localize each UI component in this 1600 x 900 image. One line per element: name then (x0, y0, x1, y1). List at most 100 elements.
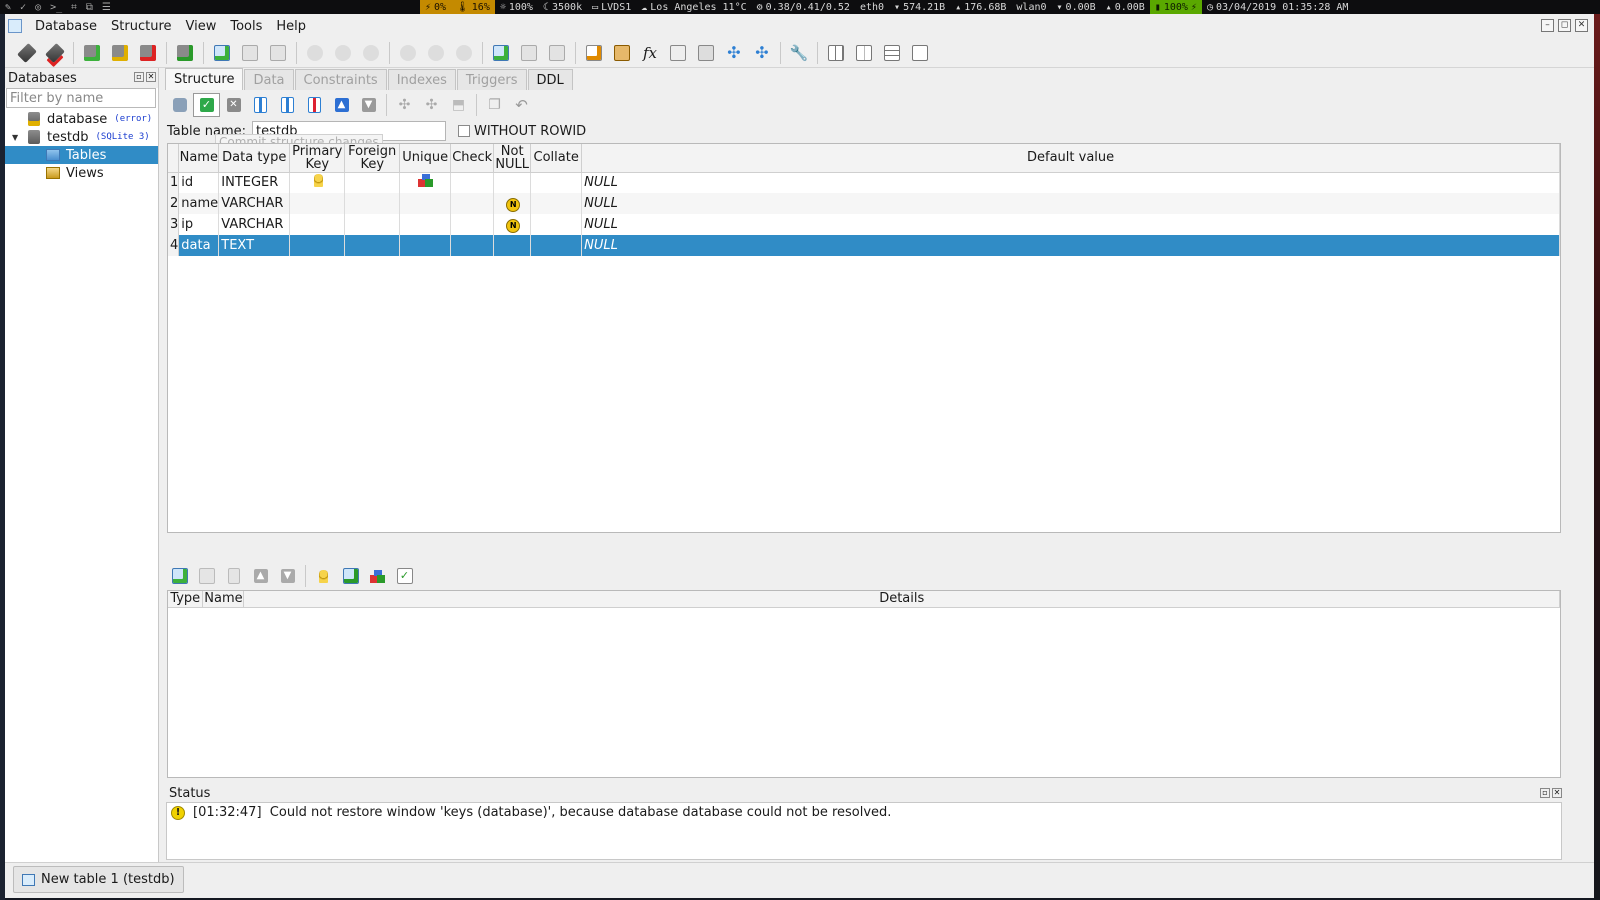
edit-index-button[interactable] (329, 41, 357, 65)
cell-unique[interactable] (399, 193, 452, 214)
rollback-structure-button[interactable]: ✕ (220, 93, 247, 117)
create-trigger-button[interactable] (394, 41, 422, 65)
cell-unique[interactable] (399, 172, 452, 193)
menu-structure[interactable]: Structure (104, 19, 178, 34)
delete-view-button[interactable] (543, 41, 571, 65)
delete-trigger-button[interactable] (450, 41, 478, 65)
cell-collate[interactable] (530, 172, 583, 193)
disconnect-button[interactable] (41, 41, 69, 65)
reset-button[interactable]: ✣ (418, 93, 445, 117)
tree-item-tables[interactable]: Tables (5, 146, 158, 164)
cell-primary-key[interactable] (289, 235, 346, 256)
create-similar-button[interactable]: ✣ (391, 93, 418, 117)
tab-structure[interactable]: Structure (165, 68, 244, 90)
export-button[interactable] (608, 41, 636, 65)
cell-unique[interactable] (399, 214, 452, 235)
cell-collate[interactable] (530, 235, 583, 256)
tab-constraints[interactable]: Constraints (294, 69, 387, 90)
minimize-button[interactable]: – (1541, 19, 1554, 32)
edit-constraint-button[interactable] (193, 564, 220, 588)
cell-collate[interactable] (530, 214, 583, 235)
refresh-structure-button[interactable] (166, 93, 193, 117)
create-table-button[interactable] (208, 41, 236, 65)
status-close-button[interactable]: ✕ (1552, 788, 1562, 798)
col-header-collate[interactable]: Collate (530, 144, 583, 173)
cell-primary-key[interactable] (289, 172, 346, 193)
cell-datatype[interactable]: TEXT (218, 235, 291, 256)
cell-name[interactable]: id (178, 172, 220, 193)
cell-not-null[interactable] (493, 235, 532, 256)
edit-table-button[interactable] (236, 41, 264, 65)
constraint-header-name[interactable]: Name (202, 591, 245, 608)
col-header-datatype[interactable]: Data type (218, 144, 291, 173)
sql-editor-button[interactable] (580, 41, 608, 65)
check-icon[interactable]: ✓ (20, 2, 26, 13)
col-header-foreign-key[interactable]: Foreign Key (344, 144, 401, 173)
add-column-button[interactable] (247, 93, 274, 117)
cell-check[interactable] (450, 193, 495, 214)
commit-structure-button[interactable]: ✓ (193, 93, 220, 117)
copy-structure-button[interactable]: ❐ (481, 93, 508, 117)
dock-float-button[interactable]: ▫ (134, 72, 144, 82)
expand-arrow-icon[interactable]: ▼ (12, 133, 20, 142)
edit-view-button[interactable] (515, 41, 543, 65)
collations-button[interactable] (664, 41, 692, 65)
tool-icon[interactable]: ✎ (5, 2, 11, 13)
tile-windows-button[interactable] (822, 41, 850, 65)
col-header-name[interactable]: Name (178, 144, 220, 173)
delete-database-button[interactable] (134, 41, 162, 65)
cascade-button[interactable] (906, 41, 934, 65)
table-row[interactable]: 3 ip VARCHAR N NULL (168, 214, 1560, 235)
refresh-database-button[interactable] (171, 41, 199, 65)
constraint-header-details[interactable]: Details (243, 591, 1560, 608)
move-constraint-down-button[interactable]: ▼ (274, 564, 301, 588)
code-icon[interactable]: ⌗ (71, 2, 77, 13)
create-view-button[interactable] (487, 41, 515, 65)
edit-trigger-button[interactable] (422, 41, 450, 65)
collapse-button[interactable]: ✣ (748, 41, 776, 65)
window-icon[interactable]: ⧉ (86, 2, 93, 13)
tab-indexes[interactable]: Indexes (387, 69, 456, 90)
cell-check[interactable] (450, 214, 495, 235)
col-header-check[interactable]: Check (450, 144, 495, 173)
cell-check[interactable] (450, 172, 495, 193)
tile-vertical-button[interactable] (878, 41, 906, 65)
cell-default-value[interactable]: NULL (581, 235, 1560, 256)
db-icon[interactable]: ☰ (102, 2, 111, 13)
cell-primary-key[interactable] (289, 193, 346, 214)
cell-foreign-key[interactable] (344, 193, 401, 214)
terminal-icon[interactable]: >_ (50, 2, 62, 13)
add-foreign-key-button[interactable] (337, 564, 364, 588)
cell-foreign-key[interactable] (344, 172, 401, 193)
cell-primary-key[interactable] (289, 214, 346, 235)
cell-datatype[interactable]: VARCHAR (218, 214, 291, 235)
delete-table-button[interactable] (264, 41, 292, 65)
cell-collate[interactable] (530, 193, 583, 214)
col-header-primary-key[interactable]: Primary Key (289, 144, 346, 173)
browser-icon[interactable]: ◎ (35, 2, 41, 13)
expand-button[interactable]: ✣ (720, 41, 748, 65)
add-database-button[interactable] (78, 41, 106, 65)
cell-name[interactable]: ip (178, 214, 220, 235)
edit-database-button[interactable] (106, 41, 134, 65)
close-button[interactable]: ✕ (1575, 19, 1588, 32)
cell-not-null[interactable]: N (493, 214, 532, 235)
delete-index-button[interactable] (357, 41, 385, 65)
tree-item-views[interactable]: Views (5, 164, 158, 182)
table-row[interactable]: 1 id INTEGER NULL (168, 172, 1560, 193)
tab-data[interactable]: Data (244, 69, 294, 90)
tree-item-testdb[interactable]: ▼ testdb (SQLite 3) (5, 128, 158, 146)
menu-help[interactable]: Help (269, 19, 313, 34)
undo-button[interactable]: ↶ (508, 93, 535, 117)
export-structure-button[interactable]: ⬒ (445, 93, 472, 117)
window-task-button[interactable]: New table 1 (testdb) (13, 866, 184, 893)
cell-check[interactable] (450, 235, 495, 256)
tab-triggers[interactable]: Triggers (456, 69, 527, 90)
tile-horizontal-button[interactable] (850, 41, 878, 65)
cell-datatype[interactable]: INTEGER (218, 172, 291, 193)
cell-name[interactable]: name (178, 193, 220, 214)
cell-default-value[interactable]: NULL (581, 172, 1560, 193)
tab-ddl[interactable]: DDL (527, 69, 573, 90)
move-column-down-button[interactable]: ▼ (355, 93, 382, 117)
cell-default-value[interactable]: NULL (581, 193, 1560, 214)
